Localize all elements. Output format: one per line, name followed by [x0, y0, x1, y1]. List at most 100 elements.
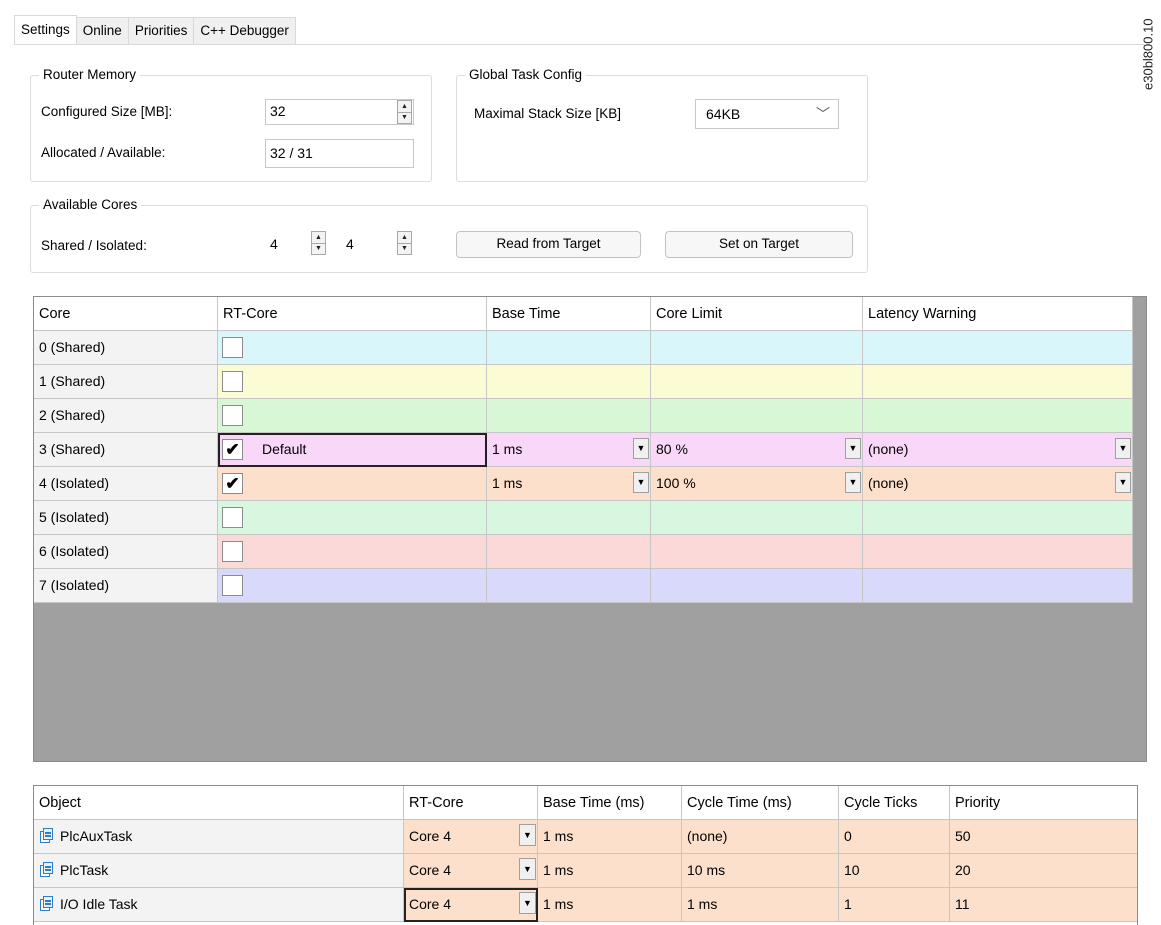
cycle-ticks-cell: 0	[839, 820, 950, 854]
column-header-core-limit[interactable]: Core Limit	[651, 297, 863, 331]
rt-core-checkbox[interactable]: ✔	[222, 439, 243, 460]
tab-settings[interactable]: Settings	[14, 15, 77, 45]
core-row[interactable]: 6 (Isolated)	[34, 535, 1133, 569]
base-time-cell	[487, 365, 651, 399]
latency-warning-cell[interactable]: (none) ▼	[863, 467, 1133, 501]
dropdown-arrow-icon[interactable]: ▼	[519, 824, 536, 846]
column-header-core[interactable]: Core	[34, 297, 218, 331]
priority-value: 20	[955, 862, 971, 878]
column-header-base-time[interactable]: Base Time	[487, 297, 651, 331]
core-name-cell: 5 (Isolated)	[34, 501, 218, 535]
set-on-target-button[interactable]: Set on Target	[665, 231, 853, 258]
shared-cores-spinner[interactable]: ▲ ▼	[311, 231, 326, 255]
spin-up-icon[interactable]: ▲	[398, 101, 411, 112]
priority-cell: 50	[950, 820, 1137, 854]
isolated-cores-spinner[interactable]: ▲ ▼	[397, 231, 412, 255]
column-header-cycle-ticks[interactable]: Cycle Ticks	[839, 786, 950, 820]
core-row[interactable]: 2 (Shared)	[34, 399, 1133, 433]
spin-down-icon[interactable]: ▼	[312, 242, 325, 255]
rt-core-checkbox[interactable]: ✔	[222, 473, 243, 494]
spin-up-icon[interactable]: ▲	[398, 232, 411, 243]
tab-online[interactable]: Online	[76, 17, 129, 45]
rt-core-cell[interactable]	[218, 399, 487, 433]
dropdown-arrow-icon[interactable]: ▼	[519, 858, 536, 880]
rt-core-cell[interactable]	[218, 569, 487, 603]
task-row[interactable]: I/O Idle Task Core 4 ▼ 1 ms 1 ms 1 11	[34, 888, 1137, 922]
column-header-priority[interactable]: Priority	[950, 786, 1137, 820]
core-limit-cell	[651, 569, 863, 603]
latency-warning-cell	[863, 535, 1133, 569]
core-limit-cell[interactable]: 80 % ▼	[651, 433, 863, 467]
dropdown-arrow-icon[interactable]: ▼	[1115, 438, 1131, 459]
tab-cpp-debugger[interactable]: C++ Debugger	[194, 17, 296, 45]
core-row[interactable]: 4 (Isolated) ✔ 1 ms ▼ 100 % ▼ (none) ▼	[34, 467, 1133, 501]
core-name-cell: 7 (Isolated)	[34, 569, 218, 603]
rt-core-cell[interactable]	[218, 501, 487, 535]
configured-size-input[interactable]: 32	[265, 99, 414, 125]
priority-value: 11	[955, 896, 970, 912]
dropdown-arrow-icon[interactable]: ▼	[633, 472, 649, 493]
rt-core-checkbox[interactable]	[222, 507, 243, 528]
max-stack-size-select[interactable]: 64KB ﹀	[695, 99, 839, 129]
core-row[interactable]: 5 (Isolated)	[34, 501, 1133, 535]
base-time-value: 1 ms	[492, 441, 523, 457]
spin-down-icon[interactable]: ▼	[398, 242, 411, 255]
configured-size-spinner[interactable]: ▲ ▼	[397, 100, 412, 124]
task-row[interactable]: PlcTask Core 4 ▼ 1 ms 10 ms 10 20	[34, 854, 1137, 888]
rt-core-cell[interactable]: Core 4 ▼	[404, 854, 538, 888]
core-row[interactable]: 3 (Shared) ✔ Default 1 ms ▼ 80 % ▼ (none) ▼	[34, 433, 1133, 467]
core-name-cell: 4 (Isolated)	[34, 467, 218, 501]
latency-warning-cell[interactable]: (none) ▼	[863, 433, 1133, 467]
rt-core-cell[interactable]	[218, 331, 487, 365]
global-task-config-title: Global Task Config	[465, 65, 587, 85]
object-value: PlcAuxTask	[60, 828, 133, 844]
dropdown-arrow-icon[interactable]: ▼	[633, 438, 649, 459]
latency-warning-cell	[863, 501, 1133, 535]
spin-up-icon[interactable]: ▲	[312, 232, 325, 243]
column-header-base-time-ms[interactable]: Base Time (ms)	[538, 786, 682, 820]
core-limit-cell[interactable]: 100 % ▼	[651, 467, 863, 501]
rt-core-checkbox[interactable]	[222, 337, 243, 358]
rt-core-checkbox[interactable]	[222, 405, 243, 426]
rt-core-checkbox[interactable]	[222, 541, 243, 562]
object-cell: PlcTask	[34, 854, 404, 888]
tab-priorities[interactable]: Priorities	[128, 17, 195, 45]
chevron-down-icon[interactable]: ﹀	[816, 100, 830, 128]
base-time-cell[interactable]: 1 ms ▼	[487, 433, 651, 467]
dropdown-arrow-icon[interactable]: ▼	[1115, 472, 1131, 493]
cycle-time-cell: 1 ms	[682, 888, 839, 922]
task-row[interactable]: PlcAuxTask Core 4 ▼ 1 ms (none) 0 50	[34, 820, 1137, 854]
cycle-ticks-value: 10	[844, 862, 860, 878]
rt-core-cell[interactable]	[218, 535, 487, 569]
rt-core-cell[interactable]: ✔	[218, 467, 487, 501]
rt-core-cell[interactable]	[218, 365, 487, 399]
dropdown-arrow-icon[interactable]: ▼	[845, 472, 861, 493]
spin-down-icon[interactable]: ▼	[398, 111, 411, 124]
core-name-cell: 0 (Shared)	[34, 331, 218, 365]
column-header-rt-core[interactable]: RT-Core	[404, 786, 538, 820]
object-value: PlcTask	[60, 862, 109, 878]
task-icon	[39, 896, 54, 911]
base-time-cell: 1 ms	[538, 888, 682, 922]
rt-core-value: Core 4	[409, 862, 452, 878]
column-header-latency-warning[interactable]: Latency Warning	[863, 297, 1133, 331]
column-header-object[interactable]: Object	[34, 786, 404, 820]
dropdown-arrow-icon[interactable]: ▼	[845, 438, 861, 459]
core-row[interactable]: 7 (Isolated)	[34, 569, 1133, 603]
rt-core-cell[interactable]: Core 4 ▼	[404, 820, 538, 854]
core-grid: Core RT-Core Base Time Core Limit Latenc…	[33, 296, 1147, 762]
rt-core-cell[interactable]: ✔ Default	[218, 433, 487, 467]
task-grid-header: Object RT-Core Base Time (ms) Cycle Time…	[34, 786, 1137, 820]
column-header-rt-core[interactable]: RT-Core	[218, 297, 487, 331]
read-from-target-button[interactable]: Read from Target	[456, 231, 641, 258]
column-header-cycle-time-ms[interactable]: Cycle Time (ms)	[682, 786, 839, 820]
base-time-cell[interactable]: 1 ms ▼	[487, 467, 651, 501]
core-limit-cell	[651, 535, 863, 569]
rt-core-checkbox[interactable]	[222, 371, 243, 392]
core-row[interactable]: 0 (Shared)	[34, 331, 1133, 365]
rt-core-checkbox[interactable]	[222, 575, 243, 596]
dropdown-arrow-icon[interactable]: ▼	[519, 892, 536, 914]
core-row[interactable]: 1 (Shared)	[34, 365, 1133, 399]
rt-core-cell[interactable]: Core 4 ▼	[404, 888, 538, 922]
priority-cell: 20	[950, 854, 1137, 888]
